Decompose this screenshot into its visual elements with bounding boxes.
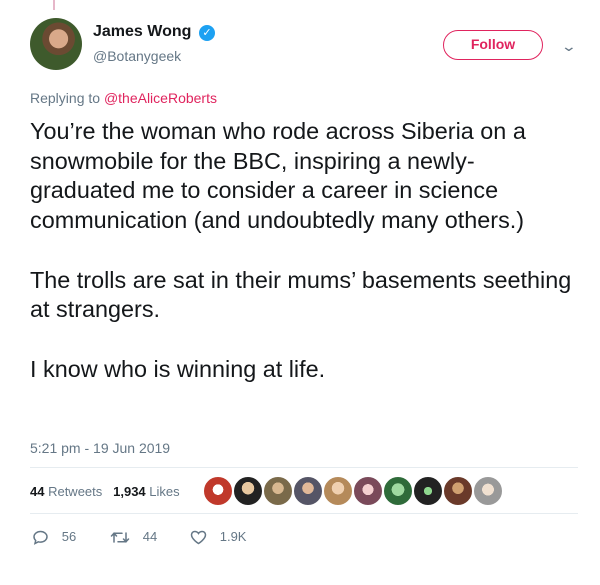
liker-avatar[interactable] <box>473 476 503 506</box>
retweets-count: 44 <box>30 484 45 499</box>
likes-count: 1,934 <box>113 484 146 499</box>
liker-avatar[interactable] <box>323 476 353 506</box>
liker-avatar[interactable] <box>203 476 233 506</box>
tweet-paragraph: The trolls are sat in their mums’ baseme… <box>30 266 572 323</box>
like-count: 1.9K <box>219 529 247 544</box>
reply-count: 56 <box>61 529 77 544</box>
author-handle[interactable]: @Botanygeek <box>93 48 181 64</box>
retweet-icon <box>110 528 135 547</box>
tweet-timestamp[interactable]: 5:21 pm - 19 Jun 2019 <box>30 440 170 456</box>
retweet-button[interactable]: 44 <box>110 528 157 548</box>
liker-avatar[interactable] <box>233 476 263 506</box>
tweet-paragraph: You’re the woman who rode across Siberia… <box>30 118 526 234</box>
liker-avatar[interactable] <box>443 476 473 506</box>
likes-stat[interactable]: 1,934 Likes <box>113 484 180 499</box>
tweet-stats: 44 Retweets 1,934 Likes <box>30 484 180 499</box>
chevron-down-icon[interactable]: ⌄ <box>561 38 577 55</box>
divider <box>30 513 578 514</box>
heart-icon <box>190 528 212 547</box>
author-name[interactable]: James Wong <box>93 23 191 41</box>
retweets-stat[interactable]: 44 Retweets <box>30 484 102 499</box>
liker-avatar[interactable] <box>293 476 323 506</box>
follow-button[interactable]: Follow <box>443 30 543 60</box>
liker-avatar[interactable] <box>413 476 443 506</box>
verified-badge-icon: ✓ <box>199 25 215 41</box>
liker-avatar[interactable] <box>353 476 383 506</box>
liker-avatar[interactable] <box>263 476 293 506</box>
tweet-text: You’re the woman who rode across Siberia… <box>30 117 575 414</box>
retweets-label: Retweets <box>44 484 103 499</box>
reply-icon <box>32 528 54 547</box>
author-avatar[interactable] <box>30 18 82 70</box>
retweet-count: 44 <box>142 529 158 544</box>
divider <box>30 467 578 468</box>
replying-to: Replying to @theAliceRoberts <box>30 90 217 106</box>
replying-to-label: Replying to <box>30 90 104 106</box>
reply-button[interactable]: 56 <box>32 528 76 548</box>
tweet-paragraph: I know who is winning at life. <box>30 355 326 382</box>
like-button[interactable]: 1.9K <box>190 528 246 548</box>
liker-avatar[interactable] <box>383 476 413 506</box>
reply-mention-link[interactable]: @theAliceRoberts <box>104 90 217 106</box>
thread-connector-line <box>53 0 55 10</box>
likes-label: Likes <box>145 484 180 499</box>
